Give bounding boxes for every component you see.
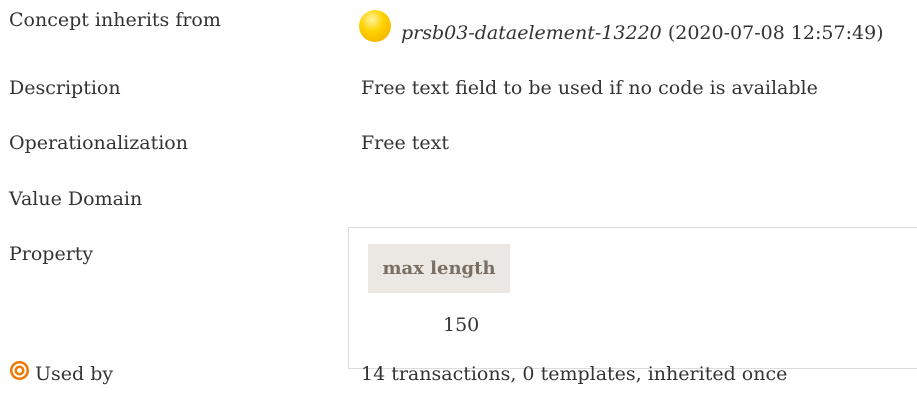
used-by-value: 14 transactions, 0 templates, inherited … xyxy=(361,363,788,385)
inherits-link[interactable]: prsb03-dataelement-13220 xyxy=(401,22,662,44)
operationalization-label: Operationalization xyxy=(9,132,188,154)
target-icon xyxy=(10,361,29,380)
max-length-header: max length xyxy=(368,244,510,293)
operationalization-value: Free text xyxy=(361,132,450,154)
property-table: max length 150 xyxy=(348,227,917,369)
inherits-value: prsb03-dataelement-13220 (2020-07-08 12:… xyxy=(361,22,884,44)
used-by-label[interactable]: Used by xyxy=(35,363,113,385)
inherits-date: (2020-07-08 12:57:49) xyxy=(667,22,884,44)
inherits-label: Concept inherits from xyxy=(9,9,221,31)
description-value: Free text field to be used if no code is… xyxy=(361,77,818,99)
value-domain-label: Value Domain xyxy=(9,188,143,210)
property-label: Property xyxy=(9,243,94,265)
description-label: Description xyxy=(9,77,121,99)
max-length-value: 150 xyxy=(443,314,480,336)
